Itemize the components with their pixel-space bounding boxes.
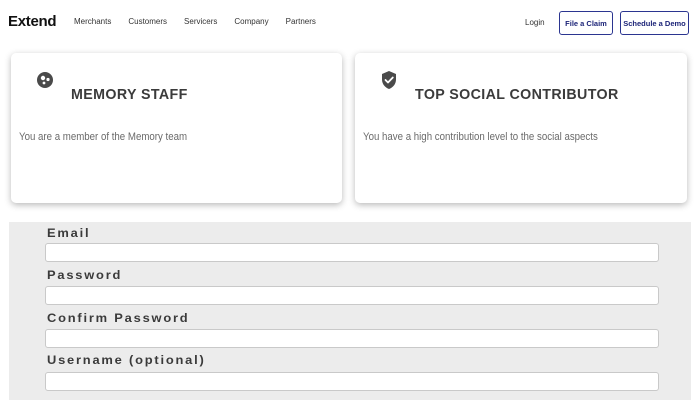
nav-link-company[interactable]: Company (234, 17, 268, 26)
badge-description: You are a member of the Memory team (19, 131, 188, 143)
nav-link-partners[interactable]: Partners (286, 17, 316, 26)
badge-title: MEMORY STAFF (71, 86, 188, 103)
email-label: Email (47, 228, 91, 240)
schedule-demo-button[interactable]: Schedule a Demo (620, 11, 689, 35)
memory-staff-icon (36, 70, 54, 90)
username-field[interactable] (45, 372, 659, 391)
badge-description: You have a high contribution level to th… (363, 131, 598, 143)
badge-card-memory-staff: MEMORY STAFF You are a member of the Mem… (11, 53, 342, 203)
shield-check-icon (380, 70, 398, 90)
extend-logo[interactable]: Extend (8, 13, 57, 30)
top-nav: Extend Merchants Customers Servicers Com… (0, 0, 700, 46)
password-label: Password (47, 270, 123, 282)
nav-link-servicers[interactable]: Servicers (184, 17, 217, 26)
username-label: Username (optional) (47, 355, 206, 367)
email-field[interactable] (45, 243, 659, 262)
nav-link-customers[interactable]: Customers (128, 17, 167, 26)
file-claim-button[interactable]: File a Claim (559, 11, 613, 35)
badge-card-top-social-contributor: TOP SOCIAL CONTRIBUTOR You have a high c… (355, 53, 687, 203)
badge-title: TOP SOCIAL CONTRIBUTOR (415, 86, 619, 103)
nav-link-merchants[interactable]: Merchants (74, 17, 111, 26)
signup-form: Email Password Confirm Password Username… (9, 222, 691, 400)
password-field[interactable] (45, 286, 659, 305)
login-link[interactable]: Login (525, 18, 545, 27)
nav-links: Merchants Customers Servicers Company Pa… (74, 17, 333, 26)
confirm-password-field[interactable] (45, 329, 659, 348)
confirm-password-label: Confirm Password (47, 313, 190, 325)
